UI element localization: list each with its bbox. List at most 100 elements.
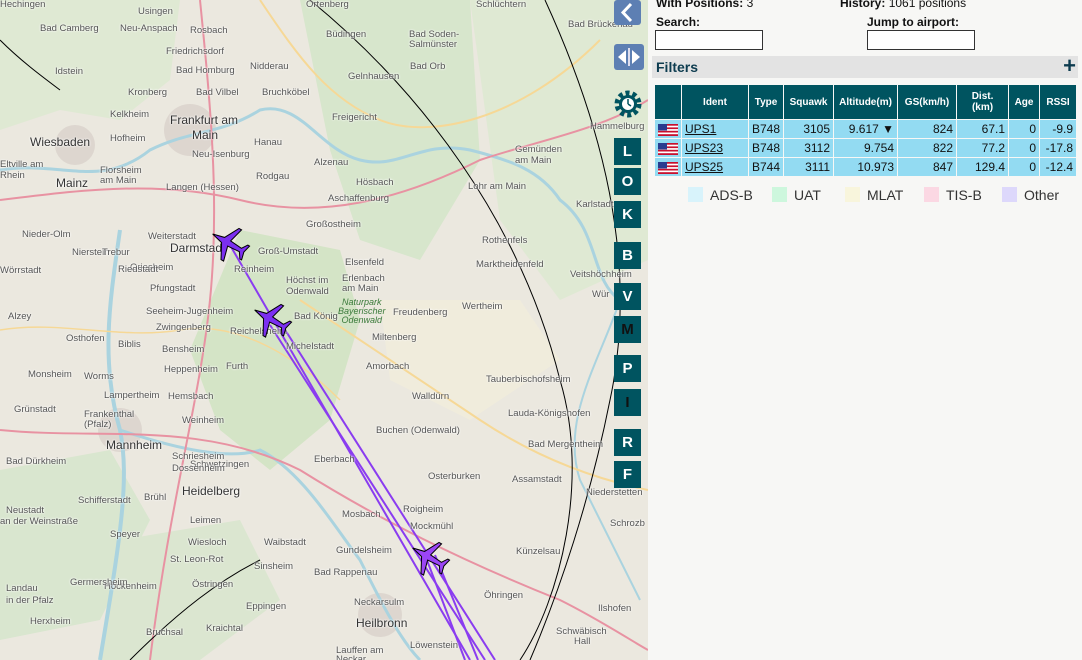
- town-label: Ilshofen: [598, 603, 632, 614]
- town-label: Schriesheim: [172, 451, 225, 462]
- town-label: Osterburken: [428, 471, 481, 482]
- town-label: Hall: [574, 636, 591, 647]
- aircraft-table: Ident Type Squawk Altitude(m) GS(km/h) Dist. …: [654, 84, 1077, 177]
- altitude-cell: 9.754: [834, 139, 898, 157]
- jump-to-airport-input[interactable]: [867, 30, 975, 50]
- town-label: Seeheim-Jugenheim: [146, 306, 234, 317]
- ident-link[interactable]: UPS23: [685, 141, 723, 155]
- aircraft-row[interactable]: UPS23 B748 3112 9.754 822 77.2 0 -17.8: [655, 139, 1077, 157]
- town-label: Friedrichsdorf: [166, 46, 225, 57]
- town-label: Langen (Hessen): [166, 182, 239, 193]
- column-header[interactable]: Altitude(m): [834, 85, 898, 119]
- settings-button[interactable]: [612, 88, 644, 120]
- aircraft-row[interactable]: UPS1 B748 3105 9.617 ▼ 824 67.1 0 -9.9: [655, 120, 1077, 138]
- town-label: Mosbach: [342, 509, 381, 520]
- altitude-cell: 10.973: [834, 158, 898, 176]
- town-label: Hofheim: [110, 133, 146, 144]
- town-label: Mainz: [56, 176, 89, 190]
- search-input[interactable]: [655, 30, 763, 50]
- town-label: Hemsbach: [168, 391, 214, 402]
- town-label: Hösbach: [356, 177, 394, 188]
- town-label: Reinheim: [234, 264, 275, 275]
- town-label: Nieder-Olm: [22, 229, 71, 240]
- collapse-sidebar-button[interactable]: [614, 0, 641, 25]
- naturpark-label: Naturpark Bayerischer Odenwald: [338, 297, 386, 325]
- map-toggle-k-button[interactable]: K: [614, 201, 641, 228]
- column-header[interactable]: Ident: [682, 85, 748, 119]
- town-label: Dossenheim: [172, 463, 225, 474]
- town-label: Kelkheim: [110, 109, 150, 120]
- town-label: Lauda-Königshofen: [508, 408, 591, 419]
- town-label: Künzelsau: [516, 546, 561, 557]
- town-label: Bad Camberg: [40, 23, 99, 34]
- ident-cell[interactable]: UPS23: [682, 139, 748, 157]
- gear-icon: [614, 90, 642, 118]
- column-header[interactable]: GS(km/h): [898, 85, 957, 119]
- town-label: Büdingen: [326, 29, 367, 40]
- rssi-cell: -17.8: [1040, 139, 1077, 157]
- town-label: Leimen: [190, 515, 222, 526]
- ident-link[interactable]: UPS1: [685, 122, 716, 136]
- town-label: Hanau: [254, 137, 282, 148]
- aircraft-ups23-icon[interactable]: [250, 298, 294, 342]
- legend-label: MLAT: [867, 187, 904, 203]
- town-label: Freudenberg: [393, 307, 448, 318]
- aircraft-ups1-icon[interactable]: [408, 536, 452, 580]
- plus-icon[interactable]: +: [1063, 53, 1076, 79]
- town-label: Main: [192, 128, 219, 142]
- aircraft-row[interactable]: UPS25 B744 3111 10.973 847 129.4 0 -12.4: [655, 158, 1077, 176]
- town-label: Rothenfels: [482, 235, 528, 246]
- ident-cell[interactable]: UPS1: [682, 120, 748, 138]
- ident-link[interactable]: UPS25: [685, 160, 723, 174]
- town-label: Alzey: [8, 311, 32, 322]
- column-header[interactable]: Squawk: [784, 85, 834, 119]
- town-label: Neu-Isenburg: [192, 149, 250, 160]
- town-label: Bad Vilbel: [196, 87, 239, 98]
- column-header[interactable]: [655, 85, 681, 119]
- map-toggle-v-button[interactable]: V: [614, 283, 641, 310]
- town-label: St. Leon-Rot: [170, 554, 224, 565]
- column-header[interactable]: Type: [749, 85, 784, 119]
- map-toggle-o-button[interactable]: O: [614, 168, 641, 195]
- map-view[interactable]: Usingen Bad Camberg Neu-Anspach Rosbach Frie…: [0, 0, 648, 660]
- chevron-left-icon: [620, 2, 633, 23]
- us-flag-icon: [658, 161, 678, 174]
- expand-map-button[interactable]: [614, 44, 644, 70]
- dist-cell: 67.1: [957, 120, 1009, 138]
- map-toggle-m-button[interactable]: M: [614, 316, 641, 343]
- type-cell: B748: [749, 120, 784, 138]
- column-header[interactable]: Dist. (km): [957, 85, 1009, 119]
- column-header[interactable]: Age: [1009, 85, 1040, 119]
- town-label: Groß-Umstadt: [258, 246, 319, 257]
- flag-cell: [655, 120, 681, 138]
- town-label: Osthofen: [66, 333, 105, 344]
- map-toggle-p-button[interactable]: P: [614, 355, 641, 382]
- ident-cell[interactable]: UPS25: [682, 158, 748, 176]
- town-label: Großostheim: [306, 219, 361, 230]
- squawk-cell: 3105: [784, 120, 834, 138]
- town-label: Pfungstadt: [150, 283, 196, 294]
- type-cell: B748: [749, 139, 784, 157]
- town-label: Elsenfeld: [345, 257, 385, 268]
- map-toggle-l-button[interactable]: L: [614, 138, 641, 165]
- town-label: Landau: [6, 583, 38, 594]
- map-toggle-b-button[interactable]: B: [614, 242, 641, 269]
- town-label: Bensheim: [162, 344, 205, 355]
- town-label: Odenwald: [286, 286, 329, 297]
- map-toggle-f-button[interactable]: F: [614, 461, 641, 488]
- town-label: Heilbronn: [356, 616, 408, 630]
- town-label: Rhein: [0, 170, 25, 181]
- rssi-cell: -12.4: [1040, 158, 1077, 176]
- town-label: Bruchköbel: [262, 87, 310, 98]
- legend-item: UAT: [772, 187, 821, 203]
- town-label: Speyer: [110, 529, 141, 540]
- aircraft-ups25-icon[interactable]: [208, 222, 252, 266]
- filters-bar[interactable]: Filters +: [652, 53, 1078, 79]
- town-label: Ortenberg: [306, 0, 349, 10]
- legend-item: MLAT: [845, 187, 903, 203]
- town-label: Lohr am Main: [468, 181, 527, 192]
- map-toggle-i-button[interactable]: I: [614, 389, 641, 416]
- map-toggle-r-button[interactable]: R: [614, 429, 641, 456]
- column-header[interactable]: RSSI: [1040, 85, 1077, 119]
- town-label: Roigheim: [403, 504, 444, 515]
